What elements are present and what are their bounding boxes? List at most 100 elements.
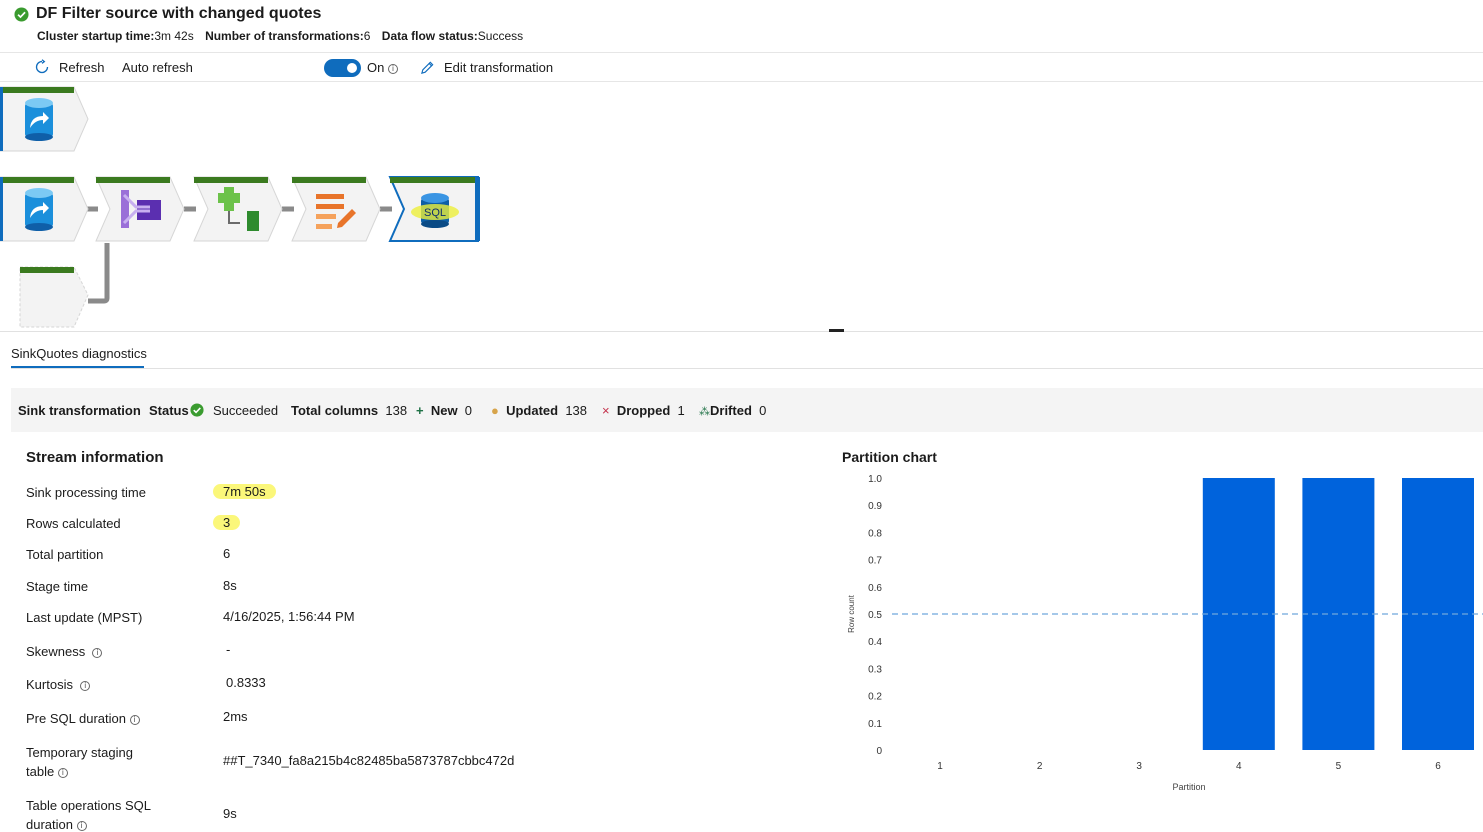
stage-time-label: Stage time [26,579,89,594]
drifted-value: 0 [759,403,767,418]
updated-value: 138 [565,403,588,418]
y-tick-label: 0.2 [868,692,882,703]
y-tick-label: 0.3 [868,664,882,675]
total-partition-label: Total partition [26,547,104,562]
new-label: New [430,403,458,418]
new-value: 0 [464,403,473,418]
y-tick-label: 0.1 [868,719,882,730]
edit-pencil-icon[interactable] [420,60,435,75]
y-axis-label: Row count [847,594,856,633]
x-tick-label: 3 [1136,761,1142,772]
stream-information-title: Stream information [26,449,164,466]
transformations-value: 6 [363,29,371,43]
dropped-x-icon: × [602,403,610,418]
sink-processing-time-text: 7m 50s [213,484,276,499]
kurtosis-label: Kurtosis i [26,675,91,694]
updated-label: Updated [506,403,559,418]
dropped-count: × Dropped 1 [602,403,685,418]
total-columns: Total columns 138 [291,403,407,418]
status-value: Succeeded [213,403,279,418]
dataflow-canvas[interactable]: SQL [0,83,1483,331]
join-node[interactable] [95,176,185,242]
select-node[interactable] [291,176,381,242]
flow-status-label: Data flow status: [381,29,478,43]
source-node-top[interactable] [0,86,89,152]
y-tick-label: 0.4 [868,637,882,648]
drifted-count: ⁂Drifted 0 [699,403,766,418]
status-label-text: Status [149,403,189,418]
source-node-main[interactable] [0,176,89,242]
cluster-startup-label: Cluster startup time: [37,29,155,43]
info-icon[interactable]: i [387,64,398,74]
auto-refresh-label: Auto refresh [122,60,193,75]
sql-label: SQL [424,207,446,219]
rows-calculated-value: 3 [213,515,241,530]
rows-calculated-text: 3 [213,515,241,530]
temporary-staging-line2: table [26,764,55,779]
temporary-staging-table-label: Temporary staging table i [26,743,133,781]
new-count: + New 0 [416,403,472,418]
sink-transformation-label: Sink transformation [18,403,141,418]
toggle-state-text: On [367,60,385,75]
drifted-icon: ⁂ [699,406,710,418]
total-columns-value: 138 [385,403,408,418]
info-icon[interactable]: i [76,821,87,831]
edit-transformation-button[interactable]: Edit transformation [444,60,553,75]
sink-processing-time-value: 7m 50s [213,484,276,499]
y-tick-label: 0.8 [868,528,882,539]
sink-summary-bar: Sink transformation Status Succeeded Tot… [11,388,1483,432]
table-operations-sql-duration-label: Table operations SQL duration i [26,796,151,832]
y-tick-label: 0.5 [868,610,882,621]
total-partition-value: 6 [223,546,231,561]
y-tick-label: 0 [876,746,882,757]
x-tick-label: 2 [1037,761,1043,772]
resize-grip-handle[interactable] [829,329,844,332]
sink-node[interactable]: SQL [388,176,480,242]
partition-chart: 0 0.1 0.2 0.3 0.4 0.5 0.6 0.7 0.8 0.9 1.0 1 2 3 4 5 6 Par… [847,474,1483,792]
info-icon[interactable]: i [80,681,91,691]
dropped-label: Dropped [616,403,671,418]
refresh-button[interactable]: Refresh [59,60,105,75]
toolbar: Refresh Auto refresh On i Edit transform… [0,52,1483,82]
refresh-icon[interactable] [34,59,50,75]
skewness-text: Skewness [26,644,86,659]
run-meta: Cluster startup time:3m 42s Number of tr… [37,29,523,43]
last-update-value: 4/16/2025, 1:56:44 PM [223,609,355,624]
blank-node[interactable] [19,266,89,328]
skewness-label: Skewness i [26,642,103,661]
y-tick-label: 0.9 [868,501,882,512]
toggle-knob [347,63,357,73]
tab-sinkquotes-diagnostics[interactable]: SinkQuotes diagnostics [11,346,147,361]
last-update-label: Last update (MPST) [26,610,143,625]
flow-status-value: Success [477,29,524,43]
updated-dot-icon: ● [491,403,499,418]
x-tick-label: 1 [937,761,943,772]
auto-refresh-toggle[interactable] [324,59,361,77]
x-tick-label: 6 [1435,761,1441,772]
x-tick-label: 5 [1336,761,1342,772]
info-icon[interactable]: i [57,768,68,778]
run-header: DF Filter source with changed quotes Clu… [0,0,1483,52]
alter-row-node[interactable] [193,176,283,242]
chart-title: Partition chart [842,449,937,465]
y-tick-label: 0.7 [868,556,882,567]
database-arrow-icon [25,188,53,231]
cluster-startup-value: 3m 42s [154,29,194,43]
tab-divider [11,368,1483,369]
updated-count: ● Updated 138 [491,403,587,418]
y-tick-label: 1.0 [868,474,882,485]
info-icon[interactable]: i [92,648,103,658]
page-title: DF Filter source with changed quotes [36,5,322,22]
kurtosis-text: Kurtosis [26,677,73,692]
info-icon[interactable]: i [129,715,140,725]
dataflow-graph: SQL [0,86,480,328]
pre-sql-duration-label: Pre SQL duration i [26,709,140,728]
kurtosis-value: 0.8333 [226,675,266,690]
total-columns-label: Total columns [291,403,379,418]
toggle-state-label: On i [367,60,398,75]
plus-icon: + [416,403,424,418]
y-tick-label: 0.6 [868,583,882,594]
sink-transformation-text: Sink transformation [18,403,141,418]
pre-sql-duration-value: 2ms [223,709,248,724]
table-operations-sql-duration-value: 9s [223,806,237,821]
